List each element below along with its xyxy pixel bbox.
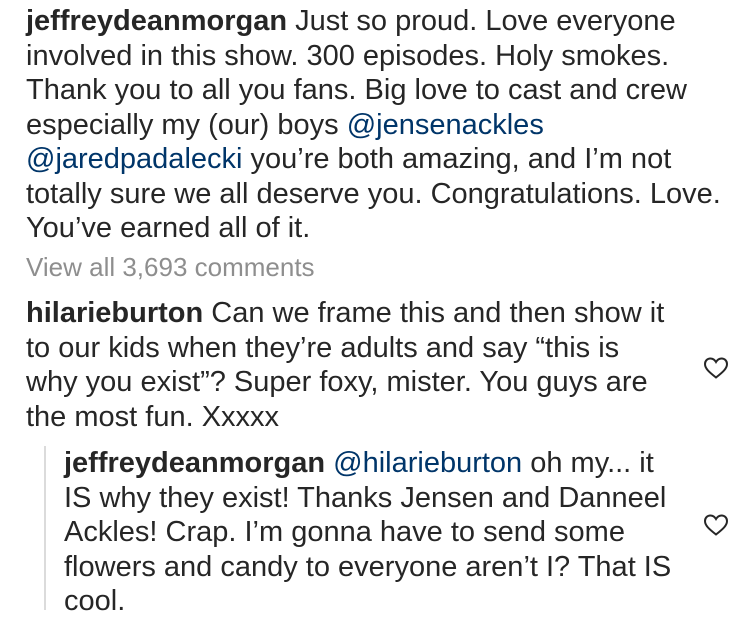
heart-outline-icon	[703, 514, 729, 536]
comment-author-username[interactable]: hilarieburton	[26, 297, 203, 329]
heart-outline-icon	[703, 357, 729, 379]
reply-thread-line	[44, 446, 46, 610]
comment: hilarieburton Can we frame this and then…	[26, 296, 676, 434]
view-all-comments-link[interactable]: View all 3,693 comments	[26, 251, 315, 283]
reply: jeffreydeanmorgan @hilarieburton oh my..…	[64, 446, 684, 619]
heart-icon[interactable]	[703, 513, 729, 537]
mention-hilarieburton[interactable]: @hilarieburton	[333, 447, 522, 479]
mention-jensenackles[interactable]: @jensenackles	[347, 109, 544, 141]
mention-jaredpadalecki[interactable]: @jaredpadalecki	[26, 143, 242, 175]
heart-icon[interactable]	[703, 356, 729, 380]
post-author-username[interactable]: jeffreydeanmorgan	[26, 5, 287, 37]
reply-text	[325, 447, 333, 479]
post-caption: jeffreydeanmorgan Just so proud. Love ev…	[26, 4, 726, 246]
reply-author-username[interactable]: jeffreydeanmorgan	[64, 447, 325, 479]
